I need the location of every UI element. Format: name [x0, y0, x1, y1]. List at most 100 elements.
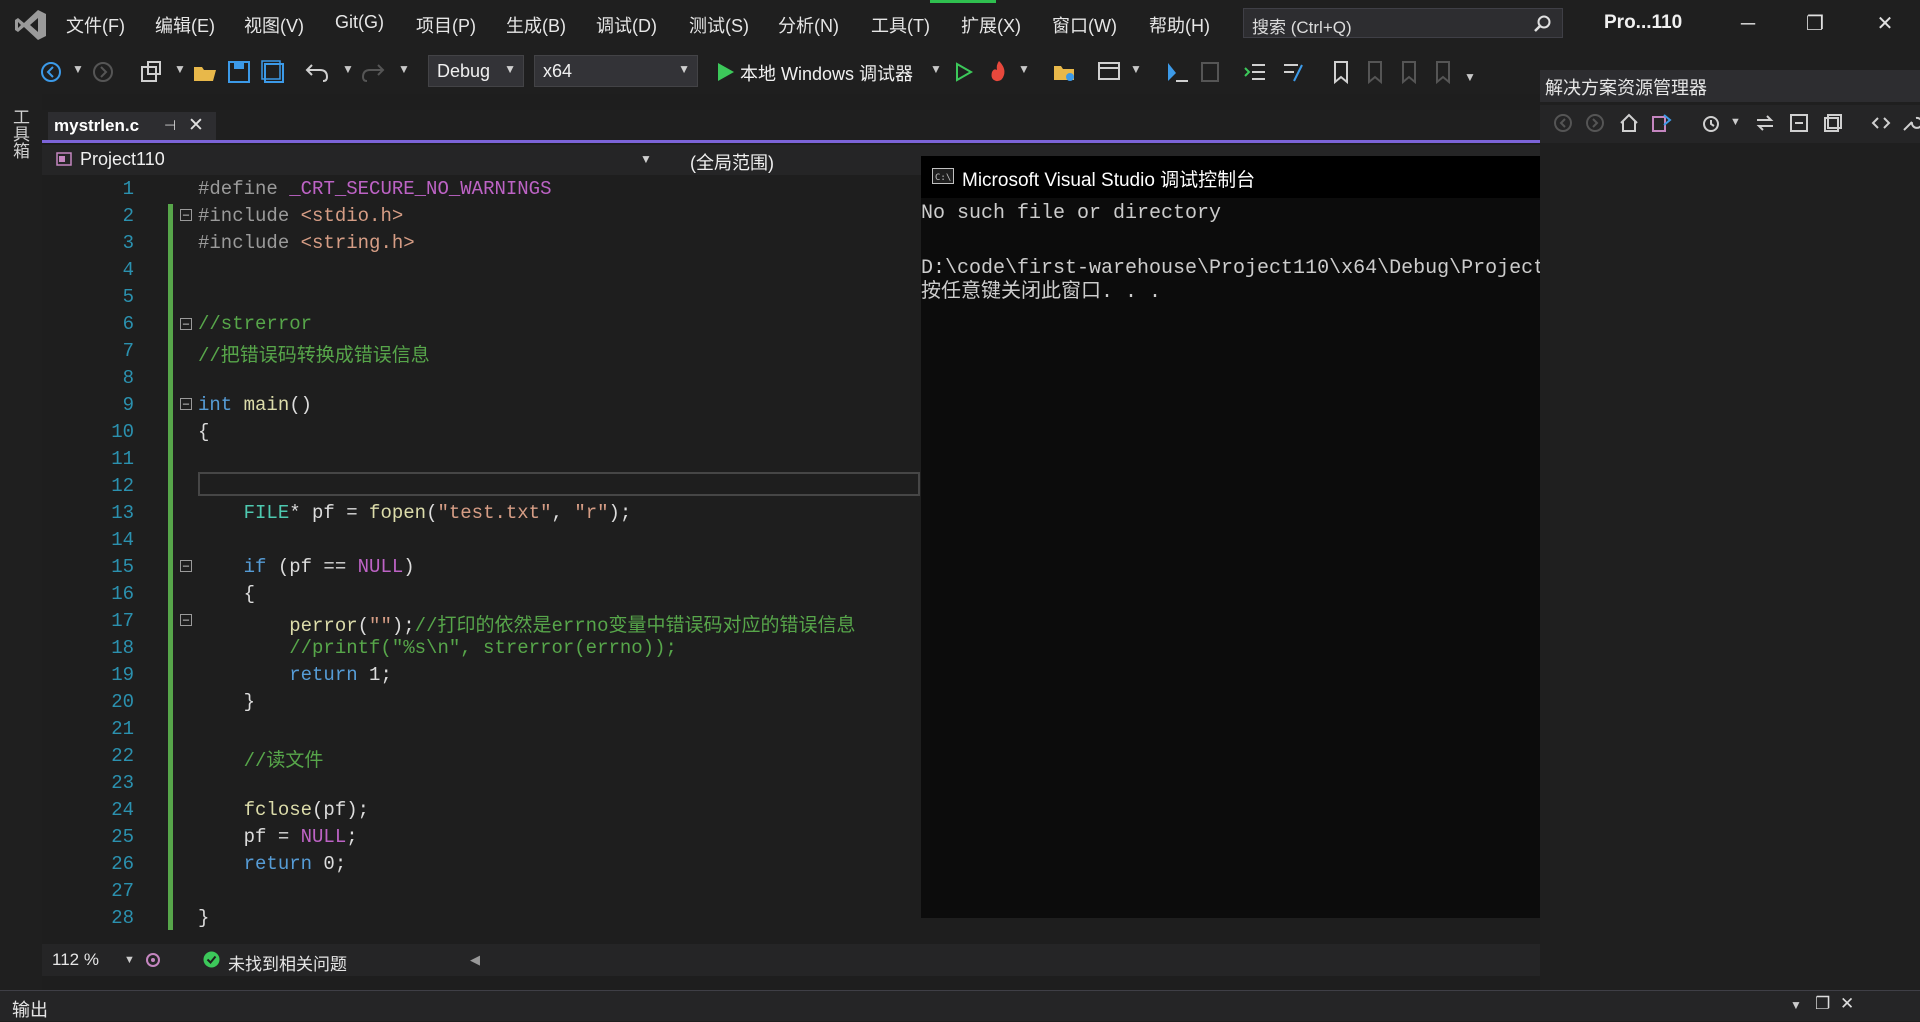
view-code-icon[interactable]	[1870, 112, 1892, 134]
solution-title: Pro...110	[1604, 12, 1683, 33]
project-select-value: Project110	[80, 149, 165, 169]
start-without-debugging-icon[interactable]	[950, 59, 976, 85]
console-output-line: 按任意键关闭此窗口. . .	[921, 281, 1162, 304]
line-number: 17	[111, 610, 134, 632]
menu-project[interactable]: 项目(P)	[416, 12, 476, 38]
zoom-dropdown-icon[interactable]: ▼	[124, 954, 135, 966]
output-panel-title[interactable]: 输出	[12, 996, 48, 1022]
start-debugging-icon[interactable]	[712, 59, 738, 85]
menu-analyze[interactable]: 分析(N)	[778, 12, 839, 38]
filter-dropdown-icon[interactable]: ▼	[1730, 116, 1741, 128]
chevron-down-icon[interactable]: ▼	[640, 152, 652, 166]
activity-indicator	[930, 0, 996, 3]
menu-file[interactable]: 文件(F)	[66, 12, 125, 38]
back-nav-dropdown-icon[interactable]: ▼	[72, 62, 84, 76]
redo-dropdown-icon[interactable]: ▼	[398, 62, 410, 76]
collapse-all-icon[interactable]	[1788, 112, 1810, 134]
menu-tools[interactable]: 工具(T)	[871, 12, 930, 38]
output-dropdown-icon[interactable]: ▼	[1790, 998, 1802, 1012]
document-tab-bar	[42, 110, 1540, 142]
fold-toggle-icon[interactable]: −	[180, 209, 192, 221]
sync-icon[interactable]	[1754, 112, 1776, 134]
scroll-left-icon[interactable]: ◀	[470, 952, 480, 968]
line-number: 22	[111, 745, 134, 767]
menu-git[interactable]: Git(G)	[335, 12, 384, 33]
run-dropdown-icon[interactable]: ▼	[930, 62, 942, 76]
properties-wrench-icon[interactable]	[1900, 112, 1920, 134]
forward-icon[interactable]	[1584, 112, 1606, 134]
redo-icon[interactable]	[360, 59, 386, 85]
console-app-icon: C:\	[932, 168, 954, 184]
menu-window[interactable]: 窗口(W)	[1052, 12, 1117, 38]
show-all-files-icon[interactable]	[1822, 112, 1844, 134]
save-icon[interactable]	[226, 59, 252, 85]
layout-icon[interactable]	[1096, 59, 1122, 85]
new-project-icon[interactable]	[138, 59, 164, 85]
code-cleanup-icon[interactable]	[144, 951, 162, 969]
fold-toggle-icon[interactable]: −	[180, 614, 192, 626]
switch-views-icon[interactable]	[1650, 112, 1672, 134]
config-select[interactable]: Debug ▼	[428, 55, 524, 87]
close-tab-icon[interactable]: ✕	[188, 114, 204, 137]
fold-toggle-icon[interactable]: −	[180, 560, 192, 572]
hot-reload-icon[interactable]	[986, 59, 1012, 85]
line-number: 19	[111, 664, 134, 686]
search-input[interactable]: 搜索 (Ctrl+Q)	[1243, 8, 1563, 38]
browse-folder-icon[interactable]	[1052, 59, 1078, 85]
search-placeholder: 搜索 (Ctrl+Q)	[1252, 18, 1352, 37]
scope-select[interactable]: (全局范围)	[690, 149, 774, 175]
minimize-icon[interactable]: ─	[1728, 8, 1768, 40]
back-icon[interactable]	[1552, 112, 1574, 134]
step-icon[interactable]	[1164, 59, 1190, 85]
line-number: 18	[111, 637, 134, 659]
bookmark-icon[interactable]	[1328, 59, 1354, 85]
undo-icon[interactable]	[304, 59, 330, 85]
svg-text:C:\: C:\	[935, 173, 951, 183]
restore-icon[interactable]: ❐	[1795, 8, 1835, 40]
fold-toggle-icon[interactable]: −	[180, 318, 192, 330]
home-icon[interactable]	[1618, 112, 1640, 134]
pending-changes-filter-icon[interactable]	[1700, 112, 1722, 134]
undo-dropdown-icon[interactable]: ▼	[342, 62, 354, 76]
toolbar-overflow-icon[interactable]: ▼	[1464, 70, 1476, 84]
issues-status[interactable]: 未找到相关问题	[228, 950, 347, 975]
code-line: {	[198, 583, 256, 605]
document-list-icon[interactable]	[1198, 59, 1224, 85]
menu-help[interactable]: 帮助(H)	[1149, 12, 1210, 38]
new-project-dropdown-icon[interactable]: ▼	[174, 62, 186, 76]
left-tool-strip	[0, 94, 42, 994]
fold-toggle-icon[interactable]: −	[180, 398, 192, 410]
maximize-panel-icon[interactable]: ❐	[1815, 994, 1830, 1014]
menu-edit[interactable]: 编辑(E)	[155, 12, 215, 38]
next-bookmark-icon[interactable]	[1396, 59, 1422, 85]
line-number: 14	[111, 529, 134, 551]
close-window-icon[interactable]: ✕	[1865, 8, 1905, 40]
comment-out-icon[interactable]	[1280, 59, 1306, 85]
line-number: 6	[122, 313, 134, 335]
zoom-level[interactable]: 112 %	[52, 950, 99, 970]
menu-build[interactable]: 生成(B)	[506, 12, 566, 38]
pin-icon[interactable]: ⊣	[164, 117, 176, 134]
hot-reload-dropdown-icon[interactable]: ▼	[1018, 62, 1030, 76]
menu-extensions[interactable]: 扩展(X)	[961, 12, 1021, 38]
clear-bookmarks-icon[interactable]	[1430, 59, 1456, 85]
back-nav-icon[interactable]	[38, 59, 64, 85]
platform-select[interactable]: x64 ▼	[534, 55, 698, 87]
line-number: 28	[111, 907, 134, 929]
change-tracking-bar	[168, 204, 173, 930]
forward-nav-icon[interactable]	[90, 59, 116, 85]
menu-debug[interactable]: 调试(D)	[596, 12, 657, 38]
save-all-icon[interactable]	[260, 59, 286, 85]
open-folder-icon[interactable]	[192, 59, 218, 85]
layout-dropdown-icon[interactable]: ▼	[1130, 62, 1142, 76]
close-panel-icon[interactable]: ✕	[1840, 994, 1854, 1014]
solution-explorer-panel	[1540, 70, 1920, 990]
toolbox-tab[interactable]: 工具箱	[10, 108, 32, 159]
run-debugger-button[interactable]: 本地 Windows 调试器	[740, 60, 913, 86]
line-number: 10	[111, 421, 134, 443]
project-icon	[56, 152, 72, 166]
indent-icon[interactable]	[1242, 59, 1268, 85]
menu-view[interactable]: 视图(V)	[244, 12, 304, 38]
prev-bookmark-icon[interactable]	[1362, 59, 1388, 85]
menu-test[interactable]: 测试(S)	[689, 12, 749, 38]
